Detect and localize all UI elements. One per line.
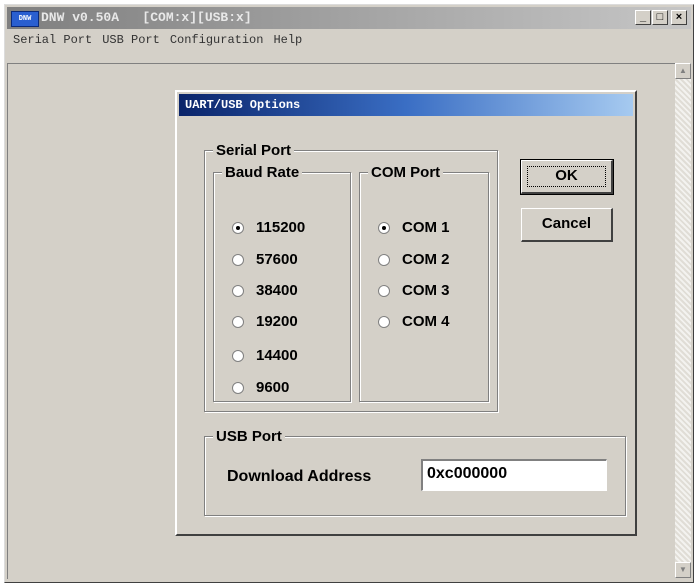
menu-configuration[interactable]: Configuration <box>164 29 268 47</box>
focus-rect <box>527 166 606 187</box>
radio-icon[interactable] <box>378 254 390 266</box>
dialog-title: UART/USB Options <box>185 98 301 112</box>
maximize-button[interactable]: □ <box>652 10 668 25</box>
radio-icon[interactable] <box>232 382 244 394</box>
app-icon: DNW <box>11 11 39 27</box>
radio-icon[interactable] <box>378 285 390 297</box>
scroll-down-arrow-icon[interactable]: ▼ <box>675 562 691 578</box>
radio-icon[interactable] <box>232 254 244 266</box>
radio-selected-icon[interactable] <box>232 222 244 234</box>
baud-rate-option-label: 115200 <box>256 219 306 236</box>
download-address-input[interactable]: 0xc000000 <box>421 459 607 491</box>
cancel-button-label: Cancel <box>541 215 592 232</box>
baud-rate-option-label: 14400 <box>256 347 298 364</box>
baud-rate-group: Baud Rate 115200 57600 38400 19200 14400… <box>213 164 351 402</box>
window-title: DNW v0.50A [COM:x][USB:x] <box>41 10 252 25</box>
com-port-option-label: COM 4 <box>402 313 450 330</box>
scroll-up-arrow-icon[interactable]: ▲ <box>675 63 691 79</box>
ok-button[interactable]: OK <box>520 159 614 195</box>
menu-bar: Serial Port USB Port Configuration Help <box>7 29 691 51</box>
baud-rate-option-label: 57600 <box>256 251 298 268</box>
radio-icon[interactable] <box>232 316 244 328</box>
radio-icon[interactable] <box>232 350 244 362</box>
usb-port-label: USB Port <box>213 428 285 445</box>
radio-selected-icon[interactable] <box>378 222 390 234</box>
com-port-option-label: COM 3 <box>402 282 450 299</box>
baud-rate-label: Baud Rate <box>222 164 303 181</box>
download-address-label: Download Address <box>227 468 372 485</box>
baud-rate-option-label: 9600 <box>256 379 290 396</box>
baud-rate-option-label: 19200 <box>256 313 298 330</box>
menu-help[interactable]: Help <box>267 29 306 47</box>
minimize-button[interactable]: _ <box>635 10 651 25</box>
com-port-option-label: COM 1 <box>402 219 450 236</box>
menu-usb-port[interactable]: USB Port <box>96 29 164 47</box>
radio-icon[interactable] <box>232 285 244 297</box>
serial-port-label: Serial Port <box>213 142 295 159</box>
dialog-titlebar[interactable]: UART/USB Options <box>179 94 633 116</box>
com-port-group: COM Port COM 1 COM 2 COM 3 COM 4 <box>359 164 489 402</box>
window-titlebar[interactable]: DNW DNW v0.50A [COM:x][USB:x] _ □ × <box>7 7 691 29</box>
close-button[interactable]: × <box>671 10 687 25</box>
vertical-scrollbar[interactable]: ▲ ▼ <box>675 63 691 578</box>
com-port-label: COM Port <box>368 164 444 181</box>
radio-icon[interactable] <box>378 316 390 328</box>
baud-rate-option-label: 38400 <box>256 282 298 299</box>
uart-usb-options-dialog: UART/USB Options Serial Port Baud Rate 1… <box>175 90 637 536</box>
menu-serial-port[interactable]: Serial Port <box>7 29 96 47</box>
cancel-button[interactable]: Cancel <box>521 208 613 242</box>
com-port-option-label: COM 2 <box>402 251 450 268</box>
